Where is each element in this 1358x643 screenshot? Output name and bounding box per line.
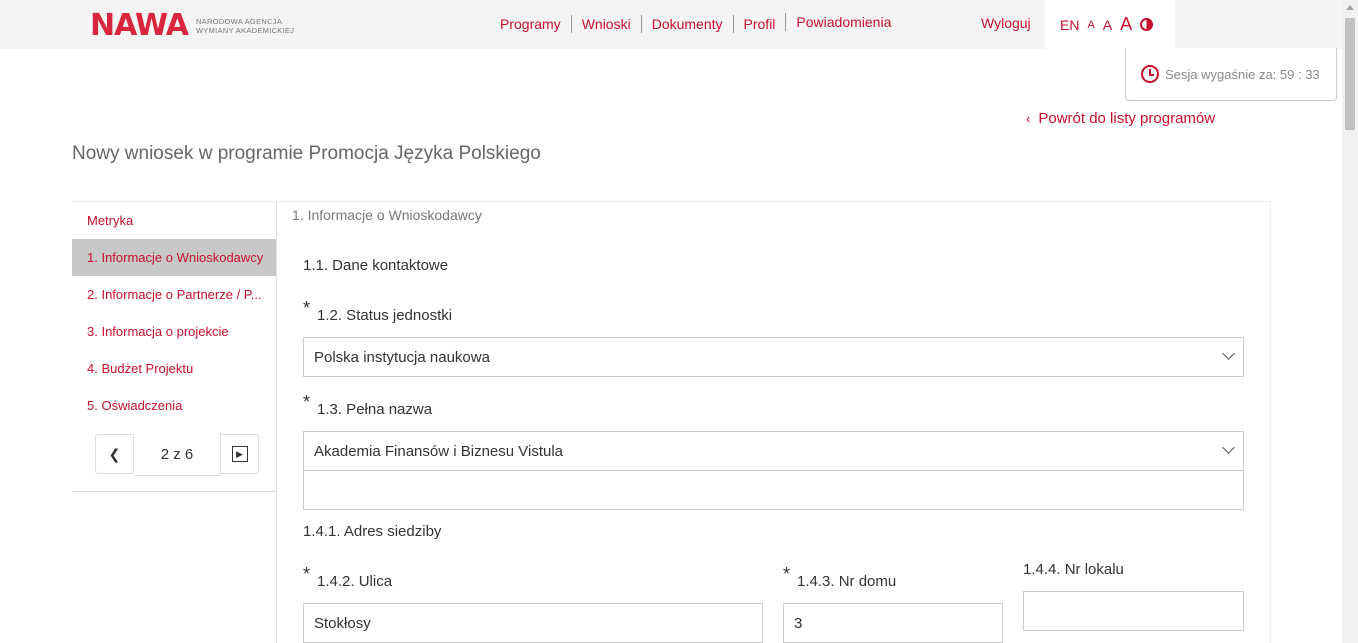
address-section-label: 1.4.1. Adres siedziby bbox=[303, 523, 442, 540]
step-pager: ❮ 2 z 6 ▶ bbox=[95, 434, 259, 476]
nav-profil[interactable]: Profil bbox=[732, 15, 786, 33]
required-mark: * bbox=[303, 392, 311, 412]
scroll-up-arrow-icon[interactable] bbox=[1346, 5, 1354, 10]
contact-section-label: 1.1. Dane kontaktowe bbox=[303, 257, 449, 274]
font-size-large-button[interactable]: A bbox=[1120, 14, 1132, 35]
sidebar-item-budzet[interactable]: 4. Budżet Projektu bbox=[72, 350, 276, 387]
nawa-logo[interactable]: NAWA NARODOWA AGENCJA WYMIANY AKADEMICKI… bbox=[90, 8, 294, 43]
nav-powiadomienia[interactable]: Powiadomienia bbox=[785, 13, 901, 31]
status-select[interactable]: Polska instytucja naukowa bbox=[303, 337, 1244, 377]
logo-mark: NAWA bbox=[90, 8, 189, 43]
status-label: 1.2. Status jednostki bbox=[317, 307, 453, 324]
page-scrollbar[interactable] bbox=[1342, 0, 1358, 643]
nav-programy[interactable]: Programy bbox=[490, 15, 571, 33]
step-counter: 2 z 6 bbox=[134, 434, 220, 476]
fullname-select-value: Akademia Finansów i Biznesu Vistula bbox=[314, 442, 564, 460]
next-step-button[interactable]: ▶ bbox=[220, 435, 258, 473]
clock-icon bbox=[1141, 65, 1159, 83]
logo-subtitle-line1: NARODOWA AGENCJA bbox=[195, 17, 283, 26]
street-label: 1.4.2. Ulica bbox=[317, 573, 393, 590]
form-panel: 1. Informacje o Wnioskodawcy 1.1. Dane k… bbox=[277, 201, 1271, 643]
logo-subtitle: NARODOWA AGENCJA WYMIANY AKADEMICKIEJ bbox=[196, 17, 294, 35]
previous-step-button[interactable]: ❮ bbox=[96, 435, 134, 473]
house-number-input[interactable]: 3 bbox=[783, 603, 1003, 643]
chevron-left-icon: ‹ bbox=[1026, 111, 1031, 126]
sidebar-item-wnioskodawca[interactable]: 1. Informacje o Wnioskodawcy bbox=[72, 239, 276, 276]
font-size-medium-button[interactable]: A bbox=[1103, 17, 1112, 33]
sidebar-item-metryka[interactable]: Metryka bbox=[72, 202, 276, 239]
chevron-right-icon: ▶ bbox=[231, 446, 248, 462]
contrast-toggle-icon[interactable] bbox=[1140, 18, 1154, 31]
language-switch-en[interactable]: EN bbox=[1060, 17, 1079, 33]
street-input[interactable]: Stokłosy bbox=[303, 603, 763, 643]
chevron-left-icon: ❮ bbox=[108, 445, 121, 462]
accessibility-toolbar: EN A A A bbox=[1045, 0, 1175, 49]
chevron-down-icon bbox=[1222, 441, 1235, 454]
main-nav: Programy Wnioski Dokumenty Profil Powiad… bbox=[490, 13, 901, 34]
required-mark: * bbox=[303, 298, 311, 318]
required-mark: * bbox=[783, 564, 791, 584]
status-select-value: Polska instytucja naukowa bbox=[314, 348, 490, 366]
sidebar-item-projekt[interactable]: 3. Informacja o projekcie bbox=[72, 313, 276, 350]
fullname-label: 1.3. Pełna nazwa bbox=[317, 401, 433, 418]
sidebar-item-oswiadczenia[interactable]: 5. Oświadczenia bbox=[72, 387, 276, 424]
section-title: 1. Informacje o Wnioskodawcy bbox=[292, 207, 482, 223]
sidebar-item-partner[interactable]: 2. Informacje o Partnerze / P... bbox=[72, 276, 276, 313]
back-to-programs-link[interactable]: ‹ Powrót do listy programów bbox=[1026, 110, 1215, 127]
font-size-small-button[interactable]: A bbox=[1087, 19, 1094, 31]
apartment-number-label: 1.4.4. Nr lokalu bbox=[1023, 561, 1124, 578]
sidebar-divider bbox=[72, 491, 277, 492]
house-number-label: 1.4.3. Nr domu bbox=[797, 573, 897, 590]
fullname-select[interactable]: Akademia Finansów i Biznesu Vistula bbox=[303, 431, 1244, 471]
back-link-label: Powrót do listy programów bbox=[1038, 110, 1216, 127]
session-timer-box: Sesja wygaśnie za: 59 : 33 bbox=[1125, 48, 1337, 101]
scroll-thumb[interactable] bbox=[1345, 18, 1355, 130]
chevron-down-icon bbox=[1222, 347, 1235, 360]
session-timer-text: Sesja wygaśnie za: 59 : 33 bbox=[1165, 66, 1320, 82]
logo-subtitle-line2: WYMIANY AKADEMICKIEJ bbox=[195, 26, 295, 35]
nav-dokumenty[interactable]: Dokumenty bbox=[640, 15, 733, 33]
apartment-number-input[interactable] bbox=[1023, 591, 1244, 631]
form-steps-sidebar: Metryka 1. Informacje o Wnioskodawcy 2. … bbox=[72, 201, 277, 643]
page-title: Nowy wniosek w programie Promocja Języka… bbox=[72, 143, 541, 164]
nav-wnioski[interactable]: Wnioski bbox=[570, 15, 641, 33]
logout-link[interactable]: Wyloguj bbox=[981, 15, 1031, 31]
fullname-extra-input[interactable] bbox=[303, 470, 1244, 510]
top-navigation-bar: NAWA NARODOWA AGENCJA WYMIANY AKADEMICKI… bbox=[0, 0, 1342, 49]
required-mark: * bbox=[303, 564, 311, 584]
